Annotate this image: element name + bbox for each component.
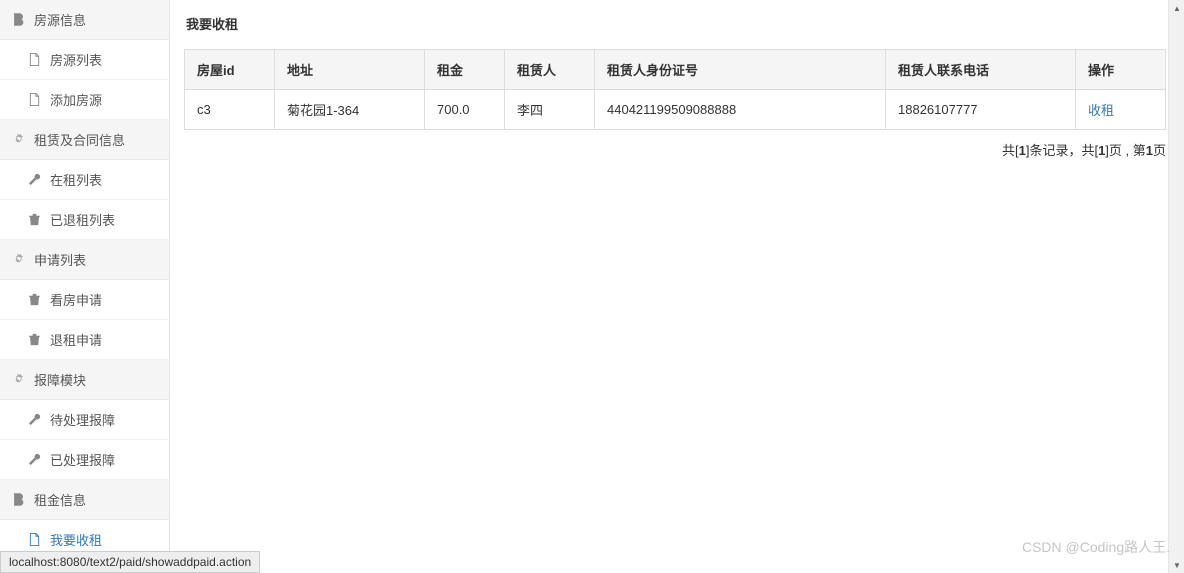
sidebar-item-label: 已退租列表 bbox=[50, 210, 115, 229]
sidebar-header-fault-module[interactable]: 报障模块 bbox=[0, 360, 169, 400]
sidebar-header-label: 房源信息 bbox=[34, 10, 86, 29]
cell-house-id: c3 bbox=[185, 90, 275, 130]
file-icon bbox=[28, 93, 42, 106]
sidebar-item-label: 退租申请 bbox=[50, 330, 102, 349]
trash-icon bbox=[28, 333, 42, 346]
sidebar: 房源信息 房源列表 添加房源 租赁及合同信息 在租列表 已退租列表 申请列表 bbox=[0, 0, 170, 573]
trash-icon bbox=[28, 293, 42, 306]
gear-icon bbox=[12, 253, 26, 266]
th-id-number: 租赁人身份证号 bbox=[595, 50, 886, 90]
wrench-icon bbox=[28, 453, 42, 466]
sidebar-item-handled-fault[interactable]: 已处理报障 bbox=[0, 440, 169, 480]
cell-rent: 700.0 bbox=[425, 90, 505, 130]
cell-id-number: 440421199509088888 bbox=[595, 90, 886, 130]
th-action: 操作 bbox=[1076, 50, 1166, 90]
sidebar-header-house-info[interactable]: 房源信息 bbox=[0, 0, 169, 40]
th-tenant: 租赁人 bbox=[505, 50, 595, 90]
sidebar-item-label: 已处理报障 bbox=[50, 450, 115, 469]
sidebar-item-label: 待处理报障 bbox=[50, 410, 115, 429]
scroll-up-arrow[interactable]: ▲ bbox=[1169, 0, 1184, 16]
gear-icon bbox=[12, 133, 26, 146]
sidebar-header-label: 租金信息 bbox=[34, 490, 86, 509]
cell-address: 菊花园1-364 bbox=[275, 90, 425, 130]
sidebar-item-label: 在租列表 bbox=[50, 170, 102, 189]
cell-action: 收租 bbox=[1076, 90, 1166, 130]
sidebar-item-label: 我要收租 bbox=[50, 530, 102, 549]
page-title: 我要收租 bbox=[184, 10, 1166, 37]
rent-table: 房屋id 地址 租金 租赁人 租赁人身份证号 租赁人联系电话 操作 c3 菊花园… bbox=[184, 49, 1166, 130]
sidebar-item-returned-list[interactable]: 已退租列表 bbox=[0, 200, 169, 240]
sidebar-item-label: 看房申请 bbox=[50, 290, 102, 309]
scroll-down-arrow[interactable]: ▼ bbox=[1169, 557, 1184, 573]
sidebar-header-rent-info[interactable]: 租金信息 bbox=[0, 480, 169, 520]
main-content: 我要收租 房屋id 地址 租金 租赁人 租赁人身份证号 租赁人联系电话 操作 c… bbox=[170, 0, 1184, 573]
pagination-info: 共[1]条记录，共[1]页 , 第1页 bbox=[184, 140, 1166, 159]
file-icon bbox=[28, 53, 42, 66]
th-phone: 租赁人联系电话 bbox=[886, 50, 1076, 90]
sidebar-header-label: 租赁及合同信息 bbox=[34, 130, 125, 149]
status-bar-url: localhost:8080/text2/paid/showaddpaid.ac… bbox=[0, 551, 260, 573]
th-rent: 租金 bbox=[425, 50, 505, 90]
scrollbar[interactable]: ▲ ▼ bbox=[1168, 0, 1184, 573]
sidebar-item-return-apply[interactable]: 退租申请 bbox=[0, 320, 169, 360]
th-address: 地址 bbox=[275, 50, 425, 90]
wrench-icon bbox=[28, 173, 42, 186]
sidebar-item-add-house[interactable]: 添加房源 bbox=[0, 80, 169, 120]
cell-tenant: 李四 bbox=[505, 90, 595, 130]
sidebar-item-pending-fault[interactable]: 待处理报障 bbox=[0, 400, 169, 440]
trash-icon bbox=[28, 213, 42, 226]
sidebar-header-label: 报障模块 bbox=[34, 370, 86, 389]
th-house-id: 房屋id bbox=[185, 50, 275, 90]
sidebar-header-label: 申请列表 bbox=[34, 250, 86, 269]
gear-icon bbox=[12, 373, 26, 386]
sidebar-item-house-list[interactable]: 房源列表 bbox=[0, 40, 169, 80]
sidebar-item-renting-list[interactable]: 在租列表 bbox=[0, 160, 169, 200]
sidebar-item-label: 房源列表 bbox=[50, 50, 102, 69]
cell-phone: 18826107777 bbox=[886, 90, 1076, 130]
table-row: c3 菊花园1-364 700.0 李四 440421199509088888 … bbox=[185, 90, 1166, 130]
collect-rent-link[interactable]: 收租 bbox=[1088, 103, 1114, 118]
wrench-icon bbox=[28, 413, 42, 426]
sidebar-header-apply-list[interactable]: 申请列表 bbox=[0, 240, 169, 280]
file-icon bbox=[28, 533, 42, 546]
bold-icon bbox=[12, 13, 26, 26]
sidebar-item-view-apply[interactable]: 看房申请 bbox=[0, 280, 169, 320]
sidebar-item-label: 添加房源 bbox=[50, 90, 102, 109]
table-header-row: 房屋id 地址 租金 租赁人 租赁人身份证号 租赁人联系电话 操作 bbox=[185, 50, 1166, 90]
bold-icon bbox=[12, 493, 26, 506]
sidebar-header-lease-info[interactable]: 租赁及合同信息 bbox=[0, 120, 169, 160]
